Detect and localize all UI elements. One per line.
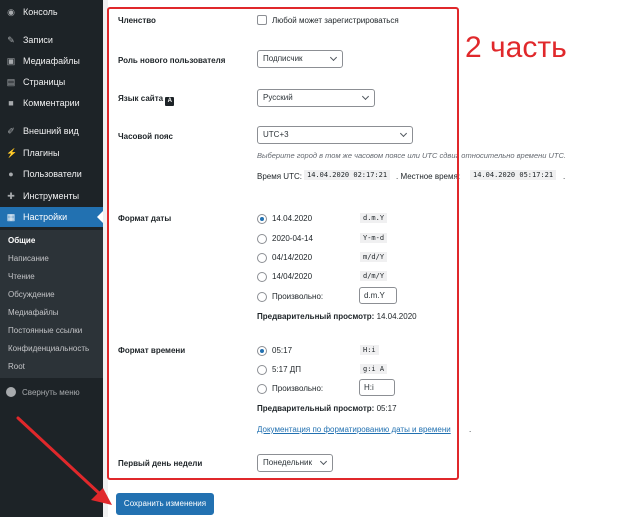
annotation-arrow-icon	[16, 416, 112, 505]
